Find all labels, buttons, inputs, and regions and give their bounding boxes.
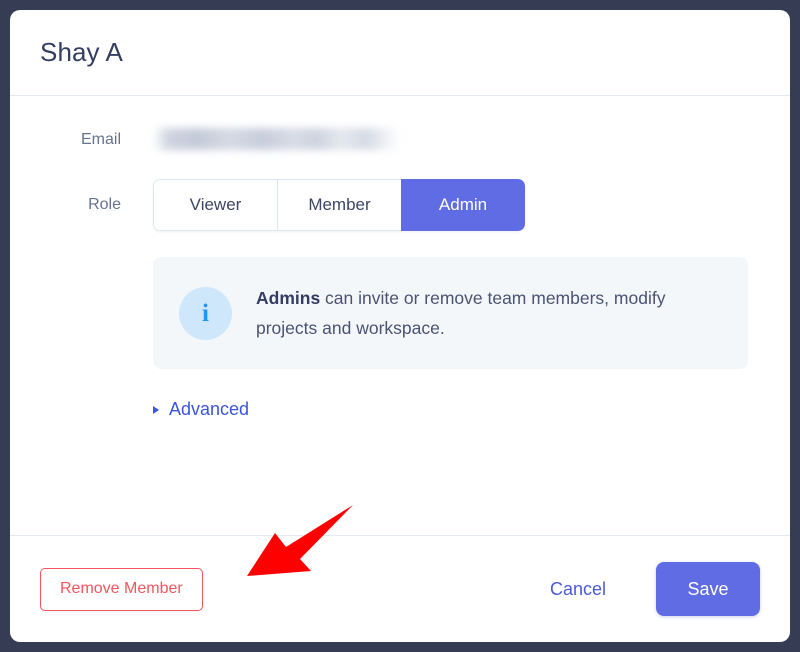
info-icon: i (179, 286, 232, 340)
save-button[interactable]: Save (656, 562, 760, 616)
chevron-right-icon (153, 405, 159, 414)
dialog-body: Email Role Viewer Member Admin i Admins … (10, 96, 790, 420)
email-field-wrapper (153, 128, 760, 150)
role-description-callout: i Admins can invite or remove team membe… (153, 257, 748, 369)
role-option-member[interactable]: Member (277, 179, 401, 231)
remove-member-button[interactable]: Remove Member (40, 567, 203, 611)
page-title: Shay A (40, 37, 123, 67)
member-settings-dialog: Shay A Email Role Viewer Member Admin i (10, 10, 790, 642)
email-row: Email (40, 128, 760, 151)
role-option-viewer[interactable]: Viewer (153, 179, 277, 231)
email-label: Email (80, 131, 121, 148)
role-segmented-control[interactable]: Viewer Member Admin (153, 179, 525, 231)
footer-actions: Cancel Save (548, 562, 760, 616)
advanced-disclosure-toggle[interactable]: Advanced (153, 399, 249, 420)
role-label: Role (88, 196, 121, 213)
dialog-footer: Remove Member Cancel Save (10, 535, 790, 642)
info-icon-glyph: i (202, 299, 209, 327)
email-value-redacted (153, 128, 401, 150)
role-description-emphasis: Admins (256, 288, 321, 308)
role-field-wrapper: Viewer Member Admin i Admins can invite … (153, 179, 760, 369)
role-row: Role Viewer Member Admin i Admins can in… (40, 179, 760, 369)
role-description-text: Admins can invite or remove team members… (256, 283, 696, 343)
cancel-button[interactable]: Cancel (548, 573, 608, 606)
role-option-admin[interactable]: Admin (401, 179, 525, 231)
dialog-header: Shay A (10, 10, 790, 96)
advanced-label: Advanced (169, 399, 250, 419)
